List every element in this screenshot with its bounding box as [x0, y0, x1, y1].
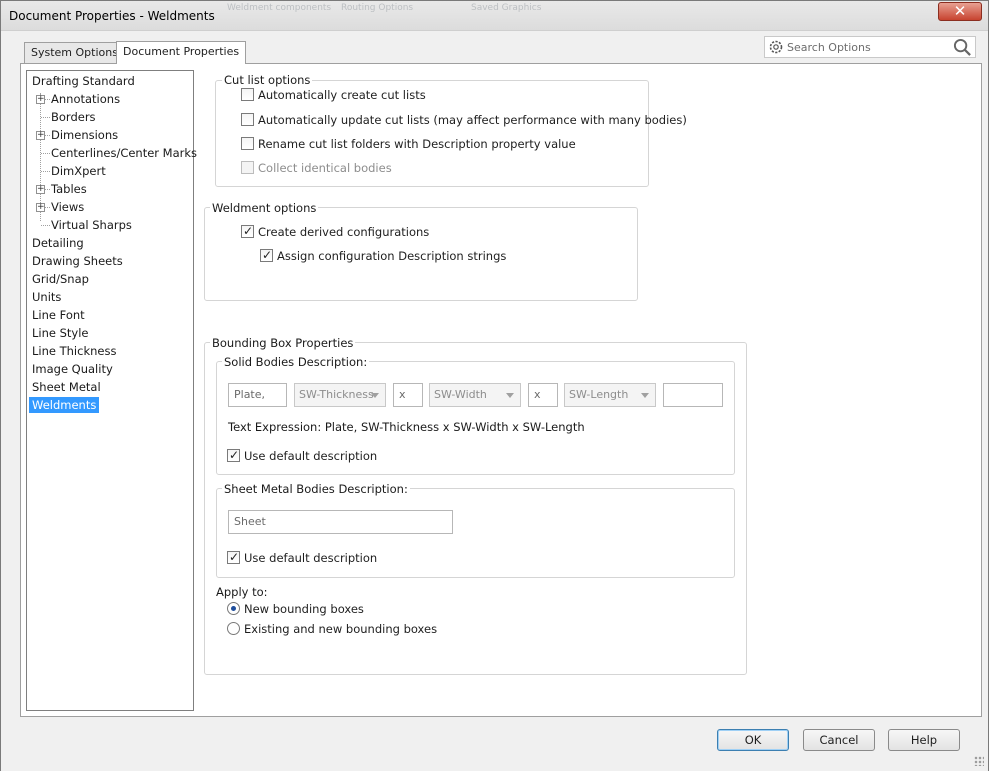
- sheet-description-input[interactable]: Sheet: [228, 510, 453, 534]
- checkbox-label: Automatically update cut lists (may affe…: [258, 113, 687, 127]
- checkbox-label: Use default description: [244, 449, 378, 463]
- checkbox-label: Assign configuration Description strings: [277, 249, 507, 263]
- combo-value: SW-Thickness: [299, 388, 374, 401]
- checkbox-label: Rename cut list folders with Description…: [258, 137, 576, 151]
- expand-icon[interactable]: +: [36, 95, 45, 104]
- separator-1-input[interactable]: x: [393, 383, 423, 407]
- checkbox-label: Create derived configurations: [258, 225, 430, 239]
- radio-button[interactable]: [227, 602, 240, 615]
- collect-identical-bodies-checkbox: [241, 161, 254, 174]
- tree-item-drawing-sheets[interactable]: Drawing Sheets: [32, 253, 123, 269]
- radio-label: New bounding boxes: [244, 602, 364, 616]
- tree-item-virtual-sharps[interactable]: Virtual Sharps: [51, 217, 132, 233]
- tree-connector: [45, 99, 50, 100]
- expand-icon[interactable]: +: [36, 185, 45, 194]
- tree-connector: [41, 225, 50, 226]
- checkbox-label: Automatically create cut lists: [258, 88, 426, 102]
- close-icon: ✕: [953, 2, 967, 20]
- ghost-label: Routing Options: [341, 3, 414, 13]
- solid-prefix-input[interactable]: Plate,: [228, 383, 287, 407]
- title-bar: Document Properties - Weldments Weldment…: [1, 1, 988, 31]
- auto-create-cut-lists-checkbox[interactable]: [241, 88, 254, 101]
- create-derived-configs-checkbox[interactable]: [241, 223, 254, 239]
- options-tree: Drafting Standard + Annotations Borders …: [26, 70, 197, 711]
- tree-connector: [41, 171, 50, 172]
- help-button[interactable]: Help: [888, 729, 960, 751]
- tree-item-borders[interactable]: Borders: [51, 109, 96, 125]
- combo-value: SW-Length: [569, 388, 629, 401]
- assign-config-description-checkbox[interactable]: [260, 247, 273, 263]
- tree-connector: [41, 117, 50, 118]
- tab-system-options[interactable]: System Options: [24, 42, 125, 64]
- sheet-metal-bodies-legend: Sheet Metal Bodies Description:: [222, 482, 410, 496]
- tree-connector: [45, 135, 50, 136]
- tree-item-line-font[interactable]: Line Font: [32, 307, 85, 323]
- chevron-down-icon: [506, 393, 514, 398]
- close-button[interactable]: ✕: [938, 2, 982, 21]
- auto-update-cut-lists-checkbox[interactable]: [241, 113, 254, 126]
- tree-item-weldments[interactable]: Weldments: [29, 397, 100, 413]
- solid-use-default-checkbox[interactable]: [227, 447, 240, 463]
- solid-bodies-legend: Solid Bodies Description:: [222, 355, 370, 369]
- tree-item-tables[interactable]: Tables: [51, 181, 87, 197]
- tab-label: System Options: [31, 46, 118, 59]
- expand-icon[interactable]: +: [36, 131, 45, 140]
- checkbox-label: Use default description: [244, 551, 378, 565]
- solid-suffix-input[interactable]: [663, 383, 723, 407]
- tree-connector: [45, 189, 50, 190]
- search-icon[interactable]: [953, 38, 972, 57]
- cut-list-options-legend: Cut list options: [222, 73, 313, 87]
- ghost-label: Saved Graphics: [471, 3, 542, 13]
- tree-item-grid-snap[interactable]: Grid/Snap: [32, 271, 89, 287]
- tree-item-sheet-metal[interactable]: Sheet Metal: [32, 379, 101, 395]
- ok-button[interactable]: OK: [717, 729, 789, 751]
- tree-item-views[interactable]: Views: [51, 199, 84, 215]
- tree-item-dimensions[interactable]: Dimensions: [51, 127, 118, 143]
- checkbox-label: Collect identical bodies: [258, 161, 392, 175]
- tree-item-line-thickness[interactable]: Line Thickness: [32, 343, 116, 359]
- radio-label: Existing and new bounding boxes: [244, 622, 438, 636]
- text-expression-label: Text Expression: Plate, SW-Thickness x S…: [228, 420, 585, 434]
- gear-icon[interactable]: [768, 39, 784, 55]
- tree-item-units[interactable]: Units: [32, 289, 61, 305]
- tree-item-image-quality[interactable]: Image Quality: [32, 361, 113, 377]
- chevron-down-icon: [641, 393, 649, 398]
- tree-item-drafting-standard[interactable]: Drafting Standard: [32, 73, 135, 89]
- tree-item-annotations[interactable]: Annotations: [51, 91, 120, 107]
- apply-to-label: Apply to:: [216, 585, 268, 599]
- combo-value: SW-Width: [434, 388, 487, 401]
- rename-cut-list-folders-checkbox[interactable]: [241, 137, 254, 150]
- separator-2-input[interactable]: x: [528, 383, 558, 407]
- ghost-label: Weldment components: [227, 3, 332, 13]
- thickness-combo[interactable]: SW-Thickness: [294, 383, 386, 407]
- tree-item-centerlines[interactable]: Centerlines/Center Marks: [51, 145, 197, 161]
- radio-button[interactable]: [227, 622, 240, 635]
- search-options-box[interactable]: Search Options: [764, 36, 976, 58]
- tab-label: Document Properties: [123, 45, 240, 58]
- search-placeholder[interactable]: Search Options: [787, 41, 871, 54]
- length-combo[interactable]: SW-Length: [564, 383, 656, 407]
- tab-document-properties[interactable]: Document Properties: [116, 41, 247, 64]
- expand-icon[interactable]: +: [36, 203, 45, 212]
- tree-connector: [45, 207, 50, 208]
- tree-connector: [41, 153, 50, 154]
- tree-item-dimxpert[interactable]: DimXpert: [51, 163, 106, 179]
- cancel-button[interactable]: Cancel: [803, 729, 875, 751]
- width-combo[interactable]: SW-Width: [429, 383, 521, 407]
- tree-item-line-style[interactable]: Line Style: [32, 325, 89, 341]
- tree-item-detailing[interactable]: Detailing: [32, 235, 84, 251]
- weldment-options-legend: Weldment options: [210, 201, 319, 215]
- document-properties-dialog: Document Properties - Weldments Weldment…: [0, 0, 989, 771]
- window-title: Document Properties - Weldments: [9, 9, 215, 23]
- sheet-use-default-checkbox[interactable]: [227, 549, 240, 565]
- bounding-box-properties-legend: Bounding Box Properties: [210, 336, 356, 350]
- chevron-down-icon: [371, 393, 379, 398]
- resize-grip-icon[interactable]: [974, 756, 984, 766]
